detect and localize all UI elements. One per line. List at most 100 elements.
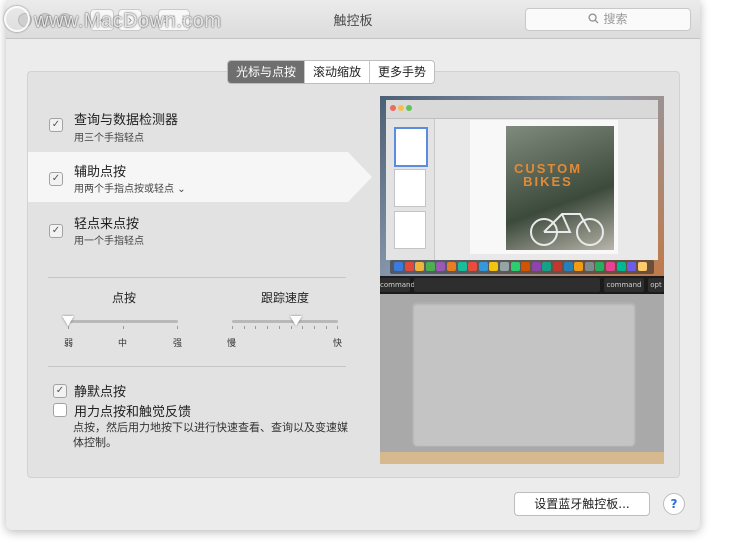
tab-bar: 光标与点按 滚动缩放 更多手势 [227,60,436,84]
dock-app-icon [500,262,509,271]
bicycle-icon [530,213,604,246]
dock-app-icon [415,262,425,271]
preview-thumbnails [386,119,435,260]
tab-more-gestures[interactable]: 更多手势 [370,61,434,83]
tracking-tick [278,326,280,329]
silent-click-label: 静默点按 [74,385,127,400]
tab-scroll-zoom[interactable]: 滚动缩放 [305,61,371,83]
lookup-subtitle: 用三个手指轻点 [74,133,144,144]
dock-app-icon [531,262,541,271]
tab-point-click[interactable]: 光标与点按 [228,61,306,83]
secondary-click-title: 辅助点按 [74,165,127,180]
preview-dock [390,260,654,274]
preview-desk-surface [380,452,664,464]
click-mid-label: 中 [118,339,128,349]
preview-toolbar [386,100,658,119]
dock-app-icon [468,262,478,271]
tracking-slider-track[interactable] [232,320,338,323]
tracking-slider-knob[interactable] [289,316,302,326]
search-placeholder: 搜索 [603,12,628,26]
setup-bluetooth-trackpad-button[interactable]: 设置蓝牙触控板... [514,492,650,516]
magazine-title: CUSTOM BIKES [513,161,583,189]
magnifier-icon [588,13,600,24]
secondary-click-subtitle[interactable]: 用两个手指点按或轻点 ⌄ [74,180,186,195]
preview-desktop: CUSTOM BIKES [380,96,664,276]
click-tick [177,326,178,329]
secondary-click-checkbox[interactable]: ✓ [49,172,63,186]
dock-app-icon [595,262,605,271]
force-click-description: 点按，然后用力地按下以进行快速查看、查询以及变速媒体控制。 [73,421,348,449]
click-slider-label: 点按 [111,291,136,305]
click-slider-knob[interactable] [62,316,74,326]
dock-app-icon [616,262,626,271]
key-space [414,278,600,292]
dock-app-icon [553,262,562,271]
selection-arrow [348,152,372,202]
option-secondary-click[interactable]: ✓ 辅助点按 用两个手指点按或轻点 ⌄ [28,152,372,202]
force-click-label: 用力点按和触觉反馈 [74,405,192,420]
gesture-preview: CUSTOM BIKES command command opt [380,96,664,464]
dock-app-icon [425,262,435,271]
divider [48,366,346,367]
watermark: www.MacDown.com [4,6,222,33]
tracking-tick [267,326,269,329]
dock-app-icon [521,262,531,271]
preview-page: CUSTOM BIKES [470,120,618,254]
dock-app-icon [574,262,584,271]
dock-app-icon [637,262,647,271]
dock-app-icon [606,262,615,271]
thumbnail [394,169,426,207]
dock-app-icon [584,262,594,271]
chevron-down-icon[interactable]: ⌄ [177,184,185,195]
dock-app-icon [478,262,488,271]
option-lookup[interactable]: ✓ 查询与数据检测器 用三个手指轻点 [28,98,348,148]
lookup-title: 查询与数据检测器 [74,113,179,128]
preferences-window: ‹ › ⋮⋮⋮ 触控板 搜索 光标与点按 滚动缩放 更多手势 ✓ 查询与数据检测… [6,0,700,530]
click-max-label: 强 [173,339,183,349]
tap-to-click-checkbox[interactable]: ✓ [49,224,63,238]
tracking-tick [313,326,315,329]
click-tick [123,326,124,329]
tracking-tick [255,326,257,329]
search-input[interactable]: 搜索 [525,8,691,31]
watermark-text: www.MacDown.com [34,10,222,32]
preview-trackpad [412,302,636,447]
dock-app-icon [489,262,499,271]
key-command-left: command [380,278,415,292]
dock-app-icon [447,262,456,271]
dock-app-icon [404,262,414,271]
tracking-max-label: 快 [333,339,343,349]
dock-app-icon [542,262,552,271]
tracking-min-label: 慢 [227,339,237,349]
tap-to-click-title: 轻点来点按 [74,217,140,232]
click-tick [68,326,69,329]
tracking-slider-label: 跟踪速度 [260,291,309,305]
dock-app-icon [627,262,637,271]
click-min-label: 弱 [64,339,74,349]
tracking-tick [243,326,245,329]
tracking-tick [337,326,339,329]
key-command-right: command [604,278,644,292]
click-slider-track[interactable] [68,320,178,323]
key-option: opt [648,278,664,292]
preview-document-window: CUSTOM BIKES [386,100,658,260]
option-tap-to-click[interactable]: ✓ 轻点来点按 用一个手指轻点 [28,204,348,254]
preview-keyboard: command command opt [380,276,664,294]
watermark-logo-icon [4,6,30,32]
dock-app-icon [394,262,403,271]
tracking-tick [302,326,304,329]
force-click-checkbox[interactable] [53,403,67,417]
dock-app-icon [457,262,467,271]
secondary-click-subtitle-text: 用两个手指点按或轻点 [74,184,174,195]
tracking-tick [232,326,233,329]
dock-app-icon [436,262,446,271]
thumbnail [394,127,428,167]
silent-click-checkbox[interactable]: ✓ [53,384,67,398]
tracking-tick [325,326,327,329]
dock-app-icon [563,262,573,271]
lookup-checkbox[interactable]: ✓ [49,118,63,132]
help-button[interactable]: ? [663,493,685,515]
thumbnail [394,211,426,249]
divider [48,277,346,278]
dock-app-icon [510,262,520,271]
